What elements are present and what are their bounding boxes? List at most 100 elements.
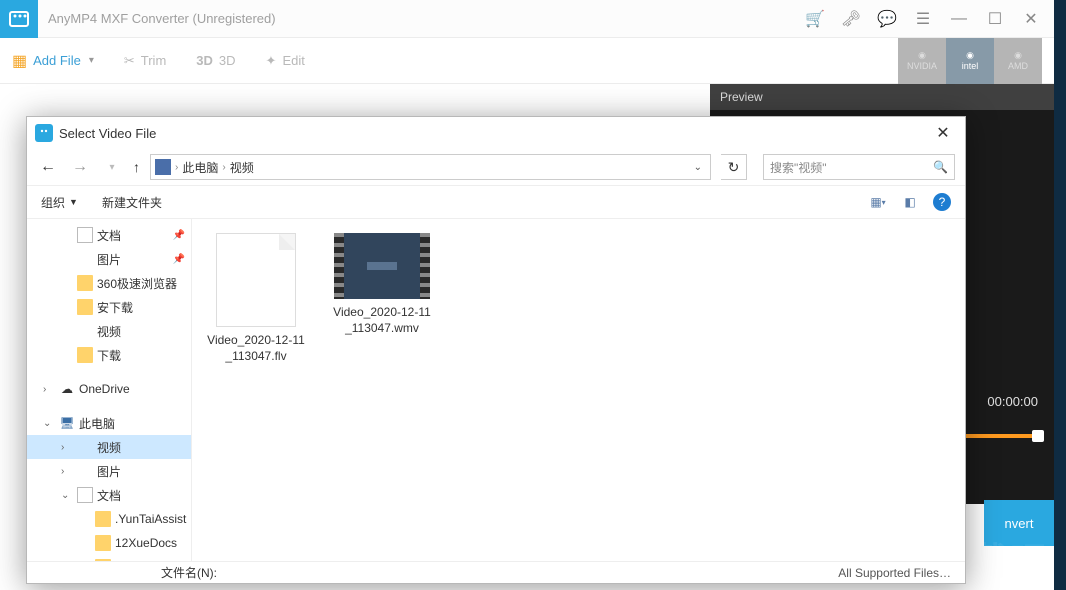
add-file-label: Add File	[33, 53, 81, 68]
tree-item[interactable]: › ☁ OneDrive	[27, 377, 191, 401]
pc-icon: 🖥	[59, 415, 75, 431]
edit-label: Edit	[282, 53, 304, 68]
preview-pane-button[interactable]: ◧	[901, 193, 919, 211]
tree-item[interactable]: ⌄ 🖥此电脑	[27, 411, 191, 435]
pin-icon: 📌	[173, 230, 185, 241]
cloud-icon: ☁	[59, 381, 75, 397]
tree-item-label: 视频	[97, 439, 121, 456]
add-file-icon: ▦	[12, 51, 27, 71]
pic-icon	[77, 463, 93, 479]
tree-item[interactable]: .YunTaiAssist	[27, 507, 191, 531]
chevron-right-icon: ›	[175, 162, 178, 173]
app-title: AnyMP4 MXF Converter (Unregistered)	[48, 11, 806, 26]
dialog-titlebar: Select Video File ✕	[27, 117, 965, 149]
close-icon[interactable]: ✕	[1022, 10, 1040, 28]
trim-button[interactable]: ✂ Trim	[124, 53, 166, 69]
path-bar[interactable]: › 此电脑 › 视频 ⌄	[150, 154, 711, 180]
nav-forward-button[interactable]: →	[69, 158, 91, 176]
doc-icon	[77, 487, 93, 503]
new-folder-button[interactable]: 新建文件夹	[102, 194, 162, 211]
expand-icon[interactable]: ›	[43, 384, 55, 395]
search-input[interactable]: 搜索"视频" 🔍	[763, 154, 955, 180]
maximize-icon[interactable]: ☐	[986, 10, 1004, 28]
file-filter[interactable]: All Supported Files…	[838, 566, 951, 580]
file-dialog: Select Video File ✕ ← → ▾ ↑ › 此电脑 › 视频 ⌄…	[26, 116, 966, 584]
search-icon: 🔍	[933, 160, 948, 174]
tree-item[interactable]: 安下载	[27, 295, 191, 319]
view-mode-button[interactable]: ▦▾	[869, 193, 887, 211]
gpu-badges: ◉NVIDIA ◉intel ◉AMD	[898, 38, 1042, 84]
chevron-down-icon: ▼	[69, 197, 78, 207]
dialog-close-button[interactable]: ✕	[929, 123, 957, 143]
file-item[interactable]: Video_2020-12-11_113047.flv	[206, 233, 306, 364]
expand-icon[interactable]: ⌄	[43, 418, 55, 429]
expand-icon[interactable]: ›	[61, 442, 73, 453]
file-item[interactable]: Video_2020-12-11_113047.wmv	[332, 233, 432, 336]
feedback-icon[interactable]: 💬	[878, 10, 896, 28]
chevron-down-icon: ▾	[89, 55, 94, 66]
3d-label: 3D	[219, 53, 236, 68]
dialog-title: Select Video File	[59, 126, 929, 141]
scissors-icon: ✂	[124, 53, 135, 69]
tree-item-label: 文档	[97, 487, 121, 504]
tree-item[interactable]: 文档 📌	[27, 223, 191, 247]
file-name: Video_2020-12-11_113047.wmv	[332, 305, 432, 336]
expand-icon[interactable]: ›	[61, 466, 73, 477]
vid-icon	[77, 439, 93, 455]
tree-item[interactable]: 图片📌	[27, 247, 191, 271]
slider-knob[interactable]	[1032, 430, 1044, 442]
tree-item-label: 视频	[97, 323, 121, 340]
folder-icon	[77, 275, 93, 291]
refresh-button[interactable]: ↻	[721, 154, 747, 180]
tree-item[interactable]: › 视频	[27, 435, 191, 459]
app-logo-icon	[0, 0, 38, 38]
tree-item[interactable]: ⌄ 文档	[27, 483, 191, 507]
tree-item-label: 文档	[97, 227, 121, 244]
trim-label: Trim	[141, 53, 167, 68]
path-dropdown-icon[interactable]: ⌄	[690, 162, 706, 173]
nav-back-button[interactable]: ←	[37, 158, 59, 176]
amd-badge: ◉AMD	[994, 38, 1042, 84]
edit-button[interactable]: ✦ Edit	[266, 53, 305, 69]
folder-tree[interactable]: 文档📌图片📌360极速浏览器安下载视频下载›☁OneDrive⌄🖥此电脑›视频›…	[27, 219, 192, 561]
search-placeholder: 搜索"视频"	[770, 159, 827, 176]
3d-button[interactable]: 3D 3D	[196, 53, 235, 68]
folder-icon	[77, 299, 93, 315]
path-segment-root[interactable]: 此电脑	[182, 159, 218, 176]
chevron-right-icon: ›	[222, 162, 225, 173]
folder-icon	[95, 535, 111, 551]
cart-icon[interactable]: 🛒	[806, 10, 824, 28]
tree-item[interactable]: 360极速浏览器	[27, 271, 191, 295]
path-segment-current[interactable]: 视频	[230, 159, 254, 176]
preview-time: 00:00:00	[987, 394, 1038, 409]
dialog-footer: 文件名(N): All Supported Files…	[27, 561, 965, 583]
help-button[interactable]: ?	[933, 193, 951, 211]
titlebar-controls: 🛒 🗝 💬 ☰ — ☐ ✕	[806, 10, 1054, 28]
add-file-button[interactable]: ▦ Add File ▾	[12, 51, 94, 71]
doc-icon	[77, 227, 93, 243]
expand-icon[interactable]: ⌄	[61, 490, 73, 501]
tree-item-label: 12XueDocs	[115, 536, 177, 550]
dialog-app-icon	[35, 124, 53, 142]
file-grid[interactable]: Video_2020-12-11_113047.flv Video_2020-12…	[192, 219, 965, 561]
dialog-nav: ← → ▾ ↑ › 此电脑 › 视频 ⌄ ↻ 搜索"视频" 🔍	[27, 149, 965, 185]
key-icon[interactable]: 🗝	[842, 10, 860, 28]
tree-item-label: 此电脑	[79, 415, 115, 432]
video-thumbnail-icon	[334, 233, 430, 299]
tree-item[interactable]: 12XueDocs	[27, 531, 191, 555]
vid-icon	[77, 323, 93, 339]
tree-item-label: 图片	[97, 463, 121, 480]
app-toolbar: ▦ Add File ▾ ✂ Trim 3D 3D ✦ Edit ◉NVIDIA…	[0, 38, 1054, 84]
folder-icon	[77, 347, 93, 363]
nav-recent-button[interactable]: ▾	[101, 162, 123, 173]
tree-item[interactable]: › 图片	[27, 459, 191, 483]
minimize-icon[interactable]: —	[950, 10, 968, 28]
organize-label: 组织	[41, 194, 65, 211]
tree-item[interactable]: 视频	[27, 319, 191, 343]
tree-item-label: OneDrive	[79, 382, 130, 396]
menu-icon[interactable]: ☰	[914, 10, 932, 28]
nav-up-button[interactable]: ↑	[133, 159, 140, 175]
tree-item[interactable]: 下载	[27, 343, 191, 367]
filename-label: 文件名(N):	[161, 564, 217, 581]
organize-button[interactable]: 组织 ▼	[41, 194, 78, 211]
